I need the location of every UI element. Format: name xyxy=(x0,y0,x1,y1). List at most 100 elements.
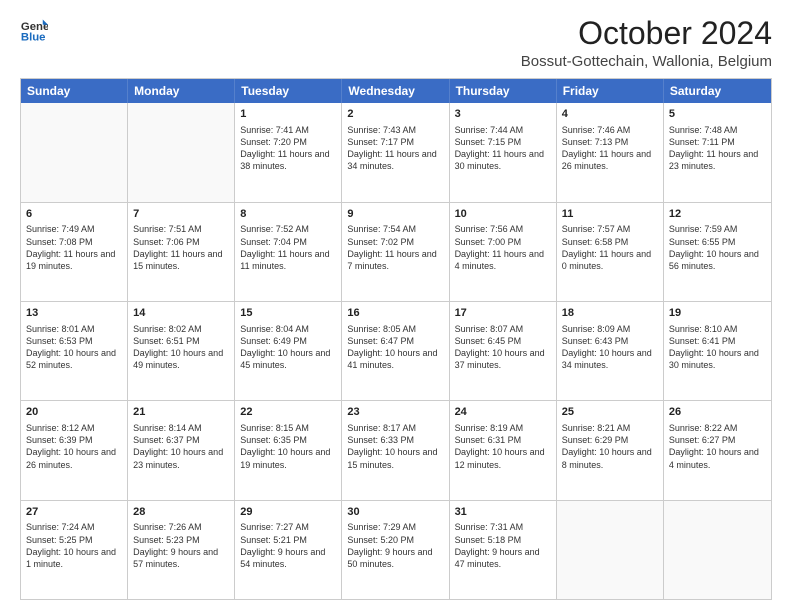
weekday-header: Sunday xyxy=(21,79,128,103)
sunrise-text: Sunrise: 7:41 AM xyxy=(240,124,336,136)
calendar-cell: 28Sunrise: 7:26 AMSunset: 5:23 PMDayligh… xyxy=(128,501,235,599)
svg-text:Blue: Blue xyxy=(21,32,46,44)
daylight-text: Daylight: 11 hours and 19 minutes. xyxy=(26,248,122,272)
calendar-cell: 25Sunrise: 8:21 AMSunset: 6:29 PMDayligh… xyxy=(557,401,664,499)
sunset-text: Sunset: 6:53 PM xyxy=(26,335,122,347)
daylight-text: Daylight: 10 hours and 19 minutes. xyxy=(240,446,336,470)
sunset-text: Sunset: 6:45 PM xyxy=(455,335,551,347)
calendar-body: 1Sunrise: 7:41 AMSunset: 7:20 PMDaylight… xyxy=(21,103,771,599)
day-number: 31 xyxy=(455,505,551,520)
calendar-cell: 24Sunrise: 8:19 AMSunset: 6:31 PMDayligh… xyxy=(450,401,557,499)
calendar-cell: 31Sunrise: 7:31 AMSunset: 5:18 PMDayligh… xyxy=(450,501,557,599)
daylight-text: Daylight: 11 hours and 26 minutes. xyxy=(562,148,658,172)
day-number: 26 xyxy=(669,405,766,420)
weekday-header: Monday xyxy=(128,79,235,103)
day-number: 1 xyxy=(240,107,336,122)
calendar-cell: 6Sunrise: 7:49 AMSunset: 7:08 PMDaylight… xyxy=(21,203,128,301)
calendar-row: 1Sunrise: 7:41 AMSunset: 7:20 PMDaylight… xyxy=(21,103,771,201)
sunrise-text: Sunrise: 7:52 AM xyxy=(240,223,336,235)
day-number: 5 xyxy=(669,107,766,122)
sunset-text: Sunset: 6:37 PM xyxy=(133,434,229,446)
sunset-text: Sunset: 6:49 PM xyxy=(240,335,336,347)
daylight-text: Daylight: 10 hours and 30 minutes. xyxy=(669,347,766,371)
calendar-cell: 16Sunrise: 8:05 AMSunset: 6:47 PMDayligh… xyxy=(342,302,449,400)
sunset-text: Sunset: 6:29 PM xyxy=(562,434,658,446)
daylight-text: Daylight: 11 hours and 11 minutes. xyxy=(240,248,336,272)
sunrise-text: Sunrise: 7:49 AM xyxy=(26,223,122,235)
day-number: 29 xyxy=(240,505,336,520)
calendar-header: SundayMondayTuesdayWednesdayThursdayFrid… xyxy=(21,79,771,103)
sunset-text: Sunset: 7:06 PM xyxy=(133,236,229,248)
weekday-header: Friday xyxy=(557,79,664,103)
sunset-text: Sunset: 7:15 PM xyxy=(455,136,551,148)
calendar-cell: 7Sunrise: 7:51 AMSunset: 7:06 PMDaylight… xyxy=(128,203,235,301)
calendar-cell: 11Sunrise: 7:57 AMSunset: 6:58 PMDayligh… xyxy=(557,203,664,301)
sunrise-text: Sunrise: 8:12 AM xyxy=(26,422,122,434)
logo: General Blue xyxy=(20,16,48,44)
calendar-row: 27Sunrise: 7:24 AMSunset: 5:25 PMDayligh… xyxy=(21,500,771,599)
sunset-text: Sunset: 5:23 PM xyxy=(133,534,229,546)
daylight-text: Daylight: 10 hours and 45 minutes. xyxy=(240,347,336,371)
sunset-text: Sunset: 6:41 PM xyxy=(669,335,766,347)
daylight-text: Daylight: 10 hours and 23 minutes. xyxy=(133,446,229,470)
sunrise-text: Sunrise: 7:43 AM xyxy=(347,124,443,136)
calendar-cell: 19Sunrise: 8:10 AMSunset: 6:41 PMDayligh… xyxy=(664,302,771,400)
day-number: 7 xyxy=(133,207,229,222)
day-number: 12 xyxy=(669,207,766,222)
weekday-header: Tuesday xyxy=(235,79,342,103)
day-number: 25 xyxy=(562,405,658,420)
daylight-text: Daylight: 10 hours and 1 minute. xyxy=(26,546,122,570)
daylight-text: Daylight: 11 hours and 15 minutes. xyxy=(133,248,229,272)
sunset-text: Sunset: 7:04 PM xyxy=(240,236,336,248)
calendar-cell xyxy=(557,501,664,599)
title-block: October 2024 Bossut-Gottechain, Wallonia… xyxy=(521,16,772,70)
weekday-header: Wednesday xyxy=(342,79,449,103)
sunrise-text: Sunrise: 8:02 AM xyxy=(133,323,229,335)
daylight-text: Daylight: 10 hours and 12 minutes. xyxy=(455,446,551,470)
sunset-text: Sunset: 5:21 PM xyxy=(240,534,336,546)
day-number: 6 xyxy=(26,207,122,222)
calendar-cell: 3Sunrise: 7:44 AMSunset: 7:15 PMDaylight… xyxy=(450,103,557,201)
calendar-cell: 22Sunrise: 8:15 AMSunset: 6:35 PMDayligh… xyxy=(235,401,342,499)
sunrise-text: Sunrise: 8:14 AM xyxy=(133,422,229,434)
sunrise-text: Sunrise: 7:27 AM xyxy=(240,521,336,533)
sunrise-text: Sunrise: 7:29 AM xyxy=(347,521,443,533)
calendar-cell: 4Sunrise: 7:46 AMSunset: 7:13 PMDaylight… xyxy=(557,103,664,201)
calendar-row: 6Sunrise: 7:49 AMSunset: 7:08 PMDaylight… xyxy=(21,202,771,301)
daylight-text: Daylight: 10 hours and 8 minutes. xyxy=(562,446,658,470)
sunrise-text: Sunrise: 8:19 AM xyxy=(455,422,551,434)
sunset-text: Sunset: 7:00 PM xyxy=(455,236,551,248)
calendar-cell: 27Sunrise: 7:24 AMSunset: 5:25 PMDayligh… xyxy=(21,501,128,599)
daylight-text: Daylight: 10 hours and 15 minutes. xyxy=(347,446,443,470)
day-number: 18 xyxy=(562,306,658,321)
sunset-text: Sunset: 5:20 PM xyxy=(347,534,443,546)
sunrise-text: Sunrise: 7:57 AM xyxy=(562,223,658,235)
day-number: 27 xyxy=(26,505,122,520)
calendar-cell: 13Sunrise: 8:01 AMSunset: 6:53 PMDayligh… xyxy=(21,302,128,400)
calendar-cell: 30Sunrise: 7:29 AMSunset: 5:20 PMDayligh… xyxy=(342,501,449,599)
sunrise-text: Sunrise: 8:01 AM xyxy=(26,323,122,335)
sunrise-text: Sunrise: 7:31 AM xyxy=(455,521,551,533)
sunrise-text: Sunrise: 8:15 AM xyxy=(240,422,336,434)
daylight-text: Daylight: 11 hours and 4 minutes. xyxy=(455,248,551,272)
daylight-text: Daylight: 11 hours and 7 minutes. xyxy=(347,248,443,272)
calendar-cell: 15Sunrise: 8:04 AMSunset: 6:49 PMDayligh… xyxy=(235,302,342,400)
day-number: 15 xyxy=(240,306,336,321)
sunset-text: Sunset: 7:02 PM xyxy=(347,236,443,248)
daylight-text: Daylight: 10 hours and 56 minutes. xyxy=(669,248,766,272)
calendar-cell: 10Sunrise: 7:56 AMSunset: 7:00 PMDayligh… xyxy=(450,203,557,301)
calendar-cell: 17Sunrise: 8:07 AMSunset: 6:45 PMDayligh… xyxy=(450,302,557,400)
day-number: 11 xyxy=(562,207,658,222)
sunset-text: Sunset: 6:55 PM xyxy=(669,236,766,248)
sunrise-text: Sunrise: 7:24 AM xyxy=(26,521,122,533)
day-number: 4 xyxy=(562,107,658,122)
sunrise-text: Sunrise: 8:07 AM xyxy=(455,323,551,335)
logo-icon: General Blue xyxy=(20,16,48,44)
sunset-text: Sunset: 6:47 PM xyxy=(347,335,443,347)
sunrise-text: Sunrise: 7:51 AM xyxy=(133,223,229,235)
day-number: 13 xyxy=(26,306,122,321)
day-number: 10 xyxy=(455,207,551,222)
sunrise-text: Sunrise: 7:44 AM xyxy=(455,124,551,136)
weekday-header: Saturday xyxy=(664,79,771,103)
daylight-text: Daylight: 11 hours and 34 minutes. xyxy=(347,148,443,172)
